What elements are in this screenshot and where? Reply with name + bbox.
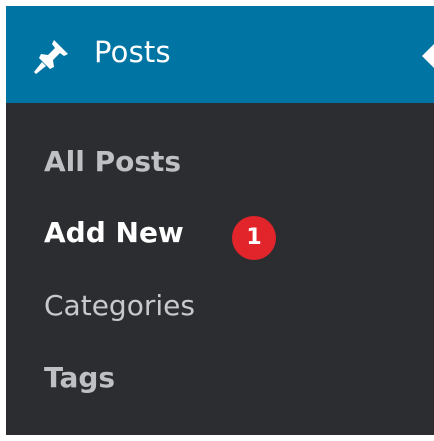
current-menu-arrow — [422, 44, 434, 68]
pushpin-icon — [34, 40, 68, 74]
submenu-item-all-posts[interactable]: All Posts — [44, 142, 181, 182]
menu-header-posts[interactable]: Posts — [6, 6, 434, 103]
submenu-item-add-new[interactable]: Add New — [44, 213, 184, 253]
submenu-item-categories[interactable]: Categories — [44, 286, 195, 326]
admin-menu-posts: Posts All Posts Add New 1 Categories Tag… — [6, 6, 434, 435]
submenu-item-tags[interactable]: Tags — [44, 358, 115, 398]
menu-header-title: Posts — [94, 35, 171, 69]
callout-badge: 1 — [232, 216, 276, 260]
